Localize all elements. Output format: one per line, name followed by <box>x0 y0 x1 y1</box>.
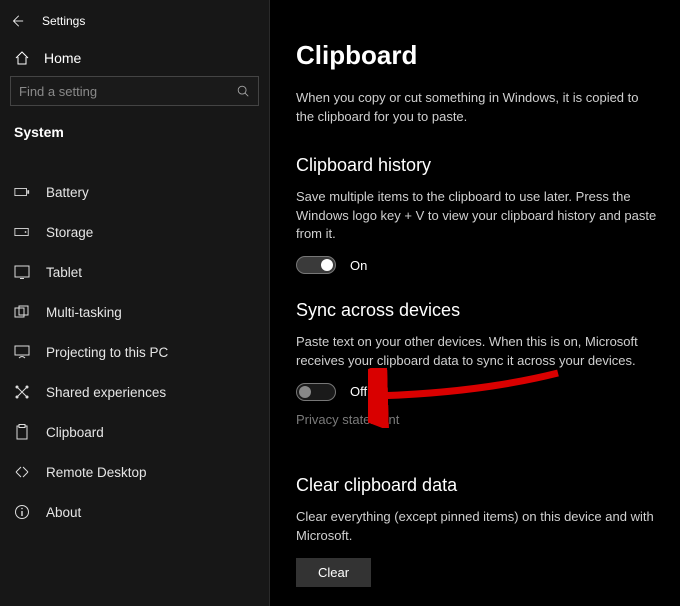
history-toggle-row: On <box>296 256 658 274</box>
privacy-link[interactable]: Privacy statement <box>296 412 399 427</box>
app-title: Settings <box>42 14 85 28</box>
search-box[interactable] <box>10 76 259 106</box>
home-link[interactable]: Home <box>0 40 269 76</box>
sidebar-item-label: Remote Desktop <box>46 465 147 480</box>
sidebar-item-storage[interactable]: Storage <box>0 212 269 252</box>
sidebar-item-remote-desktop[interactable]: Remote Desktop <box>0 452 269 492</box>
settings-sidebar: Settings Home System Battery Storage <box>0 0 270 606</box>
sidebar-item-label: Storage <box>46 225 93 240</box>
battery-icon <box>14 184 30 200</box>
multitasking-icon <box>14 304 30 320</box>
remote-desktop-icon <box>14 464 30 480</box>
shared-icon <box>14 384 30 400</box>
storage-icon <box>14 224 30 240</box>
search-icon <box>236 84 250 98</box>
main-content: Clipboard When you copy or cut something… <box>270 0 680 606</box>
history-toggle-label: On <box>350 258 367 273</box>
sidebar-item-shared-experiences[interactable]: Shared experiences <box>0 372 269 412</box>
search-wrap <box>0 76 269 116</box>
clipboard-icon <box>14 424 30 440</box>
sync-toggle-row: Off <box>296 383 658 401</box>
sidebar-item-clipboard[interactable]: Clipboard <box>0 412 269 452</box>
sidebar-item-multitasking[interactable]: Multi-tasking <box>0 292 269 332</box>
back-icon[interactable] <box>10 14 24 28</box>
home-label: Home <box>44 50 81 66</box>
clear-heading: Clear clipboard data <box>296 475 658 496</box>
search-input[interactable] <box>19 84 236 99</box>
about-icon <box>14 504 30 520</box>
sidebar-item-label: About <box>46 505 81 520</box>
page-intro: When you copy or cut something in Window… <box>296 89 656 127</box>
sidebar-item-tablet[interactable]: Tablet <box>0 252 269 292</box>
sidebar-header: Settings <box>0 8 269 40</box>
sync-desc: Paste text on your other devices. When t… <box>296 333 658 371</box>
sync-heading: Sync across devices <box>296 300 658 321</box>
projecting-icon <box>14 344 30 360</box>
sidebar-item-battery[interactable]: Battery <box>0 172 269 212</box>
history-heading: Clipboard history <box>296 155 658 176</box>
section-label: System <box>0 116 269 152</box>
nav-list: Battery Storage Tablet Multi-tasking Pro… <box>0 172 269 532</box>
clear-button[interactable]: Clear <box>296 558 371 587</box>
tablet-icon <box>14 264 30 280</box>
sidebar-item-label: Projecting to this PC <box>46 345 168 360</box>
sidebar-item-label: Battery <box>46 185 89 200</box>
sidebar-item-projecting[interactable]: Projecting to this PC <box>0 332 269 372</box>
history-desc: Save multiple items to the clipboard to … <box>296 188 658 245</box>
sidebar-item-label: Clipboard <box>46 425 104 440</box>
history-toggle[interactable] <box>296 256 336 274</box>
sync-toggle[interactable] <box>296 383 336 401</box>
sync-toggle-label: Off <box>350 384 367 399</box>
clear-desc: Clear everything (except pinned items) o… <box>296 508 658 546</box>
sidebar-item-about[interactable]: About <box>0 492 269 532</box>
page-title: Clipboard <box>296 40 658 71</box>
sidebar-item-label: Tablet <box>46 265 82 280</box>
sidebar-item-label: Multi-tasking <box>46 305 122 320</box>
sidebar-item-label: Shared experiences <box>46 385 166 400</box>
home-icon <box>14 50 30 66</box>
